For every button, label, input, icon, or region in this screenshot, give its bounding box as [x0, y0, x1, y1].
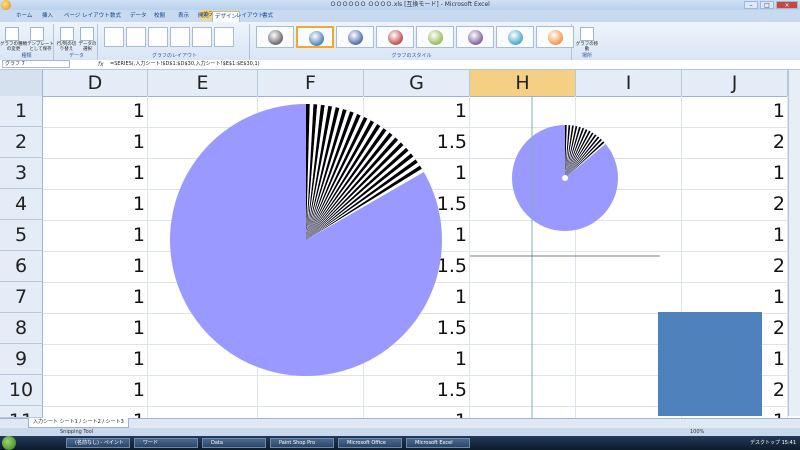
pie-chart-large[interactable]	[170, 104, 442, 376]
pie-center-dot	[562, 175, 568, 181]
start-button[interactable]	[2, 436, 16, 450]
vertical-scrollbar[interactable]	[788, 70, 800, 416]
taskbar-item-1[interactable]: (名前なし) - ペイント	[66, 438, 130, 448]
pie-chart-small[interactable]	[512, 125, 618, 231]
chart-square-shape[interactable]	[658, 312, 762, 416]
status-bar	[0, 428, 800, 436]
taskbar-item-3[interactable]: Data	[202, 438, 266, 448]
sheet-tab-input[interactable]: 入力シート シート1 / シート2 / シート3	[28, 418, 129, 428]
system-tray: デスクトップ 15:41	[750, 440, 796, 446]
taskbar-item-2[interactable]: ワード	[134, 438, 198, 448]
taskbar-item-6[interactable]: Microsoft Excel	[406, 438, 470, 448]
zoom-level[interactable]: 100%	[690, 428, 704, 436]
chart-layer	[170, 96, 762, 418]
taskbar-item-5[interactable]: Microsoft Office	[338, 438, 402, 448]
taskbar-item-4[interactable]: Paint Shop Pro	[270, 438, 334, 448]
status-text: Snipping Tool	[60, 429, 94, 435]
